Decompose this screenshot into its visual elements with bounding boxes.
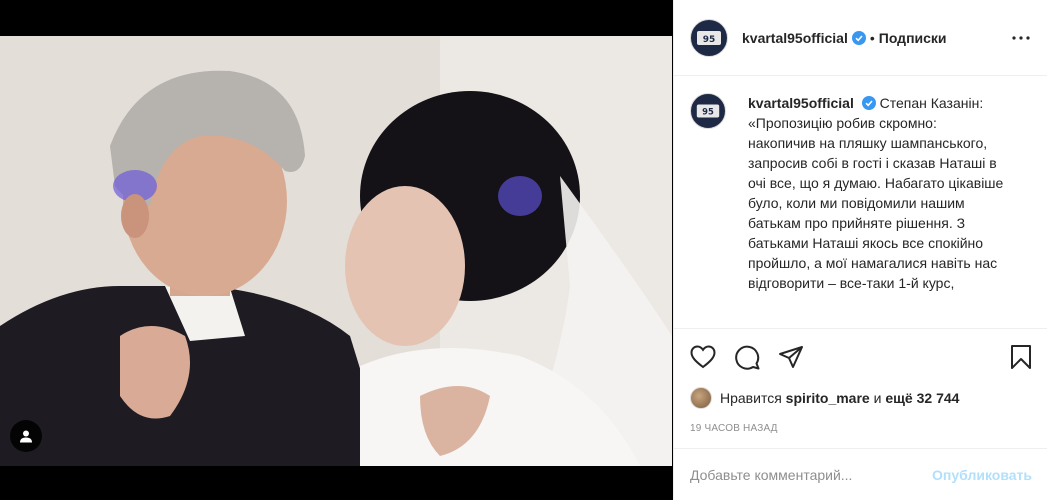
caption-author-avatar[interactable]: 95: [690, 93, 726, 129]
likes-conjunction: и: [873, 390, 882, 406]
comment-button[interactable]: [734, 341, 766, 373]
comment-icon: [735, 345, 760, 370]
caption-text-block: kvartal95official Степан Казанін: «Пропо…: [748, 93, 1008, 293]
caption-text: Степан Казанін: «Пропозицію робив скромн…: [748, 95, 1004, 291]
user-tag-icon: [20, 430, 32, 443]
avatar-label: 95: [703, 35, 716, 45]
post-media: [0, 0, 672, 500]
share-button[interactable]: [778, 341, 810, 373]
share-icon: [779, 346, 803, 368]
following-button[interactable]: Подписки: [879, 30, 947, 46]
publish-button[interactable]: Опубликовать: [932, 467, 1032, 483]
add-comment-bar: Опубликовать: [674, 448, 1047, 500]
likes-count-link[interactable]: ещё 32 744: [885, 390, 959, 406]
post-photo[interactable]: [0, 36, 672, 466]
user-tag-button[interactable]: [10, 420, 42, 452]
comment-input[interactable]: [690, 466, 933, 483]
comments-area[interactable]: 95 kvartal95official Степан Казанін: «Пр…: [674, 77, 1047, 328]
post-header: 95 kvartal95official • Подписки: [674, 0, 1047, 76]
first-liker-link[interactable]: spirito_mare: [786, 390, 870, 406]
more-options-button[interactable]: [1011, 28, 1031, 48]
verified-badge-icon: [851, 30, 866, 45]
more-icon: [1012, 36, 1030, 40]
action-icons: [690, 341, 1032, 373]
liker-avatar[interactable]: [690, 387, 712, 409]
likes-summary: Нравится spirito_mare и ещё 32 744: [690, 387, 1032, 409]
caption-avatar-label: 95: [702, 107, 714, 117]
likes-prefix: Нравится: [720, 390, 782, 406]
like-button[interactable]: [690, 341, 722, 373]
heart-icon: [690, 345, 716, 369]
post-side-panel: 95 kvartal95official • Подписки 95 kvart…: [673, 0, 1047, 500]
caption-verified-badge-icon: [861, 96, 876, 110]
author-username[interactable]: kvartal95official: [742, 30, 848, 46]
post-actions: Нравится spirito_mare и ещё 32 744 19 ча…: [674, 328, 1047, 434]
save-button[interactable]: [1004, 341, 1032, 373]
caption-row: 95 kvartal95official Степан Казанін: «Пр…: [690, 93, 1032, 293]
author-avatar[interactable]: 95: [690, 18, 728, 57]
post-timestamp[interactable]: 19 часов назад: [690, 423, 1032, 434]
header-separator: •: [869, 29, 875, 46]
caption-username[interactable]: kvartal95official: [748, 95, 854, 111]
bookmark-icon: [1011, 345, 1031, 369]
